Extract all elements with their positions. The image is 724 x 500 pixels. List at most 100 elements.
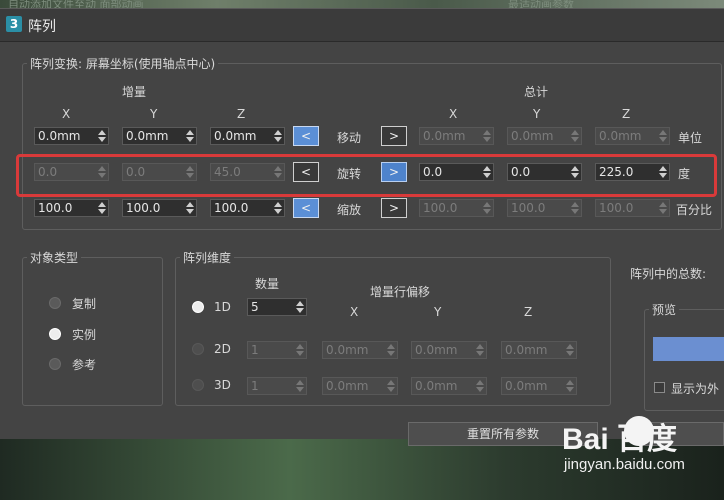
move-total-x-spinner: 0.0mm (419, 127, 494, 145)
spinner-arrows-icon[interactable] (98, 129, 106, 143)
spinner-arrows-icon[interactable] (274, 201, 282, 215)
scale-total-z-spinner: 100.0 (595, 199, 670, 217)
offset-2d-z-spinner: 0.0mm (501, 341, 577, 359)
spinner-arrows-icon (476, 343, 484, 357)
scale-total-x-spinner: 100.0 (419, 199, 494, 217)
group-title: 阵列变换: 屏幕坐标(使用轴点中心) (27, 55, 219, 72)
spinner-arrows-icon (571, 201, 579, 215)
row-offset-header: 增量行偏移 (370, 285, 431, 299)
dim-2d-label: 2D (214, 342, 231, 356)
scale-total-y-spinner: 100.0 (507, 199, 582, 217)
spinner-value: 0.0mm (511, 129, 554, 143)
scale-right-arrow-button[interactable]: > (381, 198, 407, 218)
spinner-arrows-icon (387, 379, 395, 393)
spinner-value: 0.0mm (214, 129, 257, 143)
radio-3d[interactable] (192, 379, 204, 391)
spinner-value: 0.0mm (326, 343, 369, 357)
baidu-url: jingyan.baidu.com (564, 456, 685, 473)
option-instance-label: 实例 (72, 328, 97, 342)
preview-button[interactable] (653, 337, 724, 361)
spinner-value: 0.0mm (505, 379, 548, 393)
spinner-arrows-icon (571, 129, 579, 143)
scale-inc-y-spinner[interactable]: 100.0 (122, 199, 197, 217)
spinner-arrows-icon[interactable] (274, 129, 282, 143)
window-title: 阵列 (28, 19, 56, 35)
spinner-arrows-icon (659, 129, 667, 143)
offset-axis-z: Z (524, 305, 533, 319)
inc-axis-y: Y (150, 107, 158, 121)
title-bar[interactable]: 3 阵列 (0, 9, 724, 42)
total-in-array-label: 阵列中的总数: (630, 267, 707, 281)
radio-reference[interactable] (49, 358, 61, 370)
inc-axis-x: X (62, 107, 71, 121)
spinner-value: 100.0 (423, 201, 458, 215)
radio-2d[interactable] (192, 343, 204, 355)
count-1d-spinner[interactable]: 5 (247, 298, 307, 316)
spinner-value: 5 (251, 300, 259, 314)
spinner-value: 0.0mm (415, 379, 458, 393)
scale-label: 缩放 (337, 203, 362, 217)
spinner-arrows-icon (476, 379, 484, 393)
baidu-watermark: Bai 百度 jingyan.baidu.com (562, 414, 712, 494)
spinner-value: 0.0mm (599, 129, 642, 143)
move-right-arrow-button[interactable]: > (381, 126, 407, 146)
spinner-arrows-icon (296, 343, 304, 357)
radio-copy[interactable] (49, 297, 61, 309)
spinner-value: 100.0 (38, 201, 73, 215)
scale-inc-z-spinner[interactable]: 100.0 (210, 199, 285, 217)
total-axis-x: X (449, 107, 458, 121)
option-reference-label: 参考 (72, 358, 97, 372)
radio-1d[interactable] (192, 301, 204, 313)
scale-left-arrow-button[interactable]: < (293, 198, 319, 218)
move-unit-label: 单位 (678, 131, 703, 145)
move-left-arrow-button[interactable]: < (293, 126, 319, 146)
offset-2d-x-spinner: 0.0mm (322, 341, 398, 359)
spinner-arrows-icon (566, 343, 574, 357)
spinner-value: 100.0 (599, 201, 634, 215)
spinner-value: 0.0mm (505, 343, 548, 357)
spinner-value: 0.0mm (126, 129, 169, 143)
offset-3d-x-spinner: 0.0mm (322, 377, 398, 395)
spinner-arrows-icon (566, 379, 574, 393)
total-axis-y: Y (533, 107, 541, 121)
spinner-arrows-icon (387, 343, 395, 357)
count-3d-spinner: 1 (247, 377, 307, 395)
spinner-value: 100.0 (511, 201, 546, 215)
move-total-z-spinner: 0.0mm (595, 127, 670, 145)
move-inc-x-spinner[interactable]: 0.0mm (34, 127, 109, 145)
offset-3d-z-spinner: 0.0mm (501, 377, 577, 395)
spinner-arrows-icon[interactable] (186, 129, 194, 143)
spinner-value: 1 (251, 343, 259, 357)
spinner-value: 0.0mm (415, 343, 458, 357)
dim-3d-label: 3D (214, 378, 231, 392)
move-total-y-spinner: 0.0mm (507, 127, 582, 145)
group-title: 阵列维度 (180, 249, 235, 266)
rotation-row-highlight (16, 154, 717, 197)
spinner-arrows-icon (483, 129, 491, 143)
show-as-box-checkbox[interactable] (654, 382, 665, 393)
offset-3d-y-spinner: 0.0mm (411, 377, 487, 395)
spinner-value: 0.0mm (423, 129, 466, 143)
spinner-arrows-icon[interactable] (296, 300, 304, 314)
offset-axis-y: Y (434, 305, 442, 319)
count-header: 数量 (255, 277, 280, 291)
move-inc-y-spinner[interactable]: 0.0mm (122, 127, 197, 145)
move-inc-z-spinner[interactable]: 0.0mm (210, 127, 285, 145)
spinner-arrows-icon (296, 379, 304, 393)
scale-unit-label: 百分比 (676, 203, 713, 217)
total-axis-z: Z (622, 107, 631, 121)
radio-instance[interactable] (49, 328, 61, 340)
spinner-value: 0.0mm (326, 379, 369, 393)
move-label: 移动 (337, 131, 362, 145)
spinner-arrows-icon[interactable] (186, 201, 194, 215)
offset-axis-x: X (350, 305, 359, 319)
scale-inc-x-spinner[interactable]: 100.0 (34, 199, 109, 217)
show-as-box-label: 显示为外 (671, 382, 720, 396)
spinner-value: 100.0 (214, 201, 249, 215)
increment-header: 增量 (122, 85, 147, 99)
spinner-value: 1 (251, 379, 259, 393)
dim-1d-label: 1D (214, 300, 231, 314)
spinner-value: 0.0mm (38, 129, 81, 143)
spinner-arrows-icon[interactable] (98, 201, 106, 215)
spinner-arrows-icon (483, 201, 491, 215)
